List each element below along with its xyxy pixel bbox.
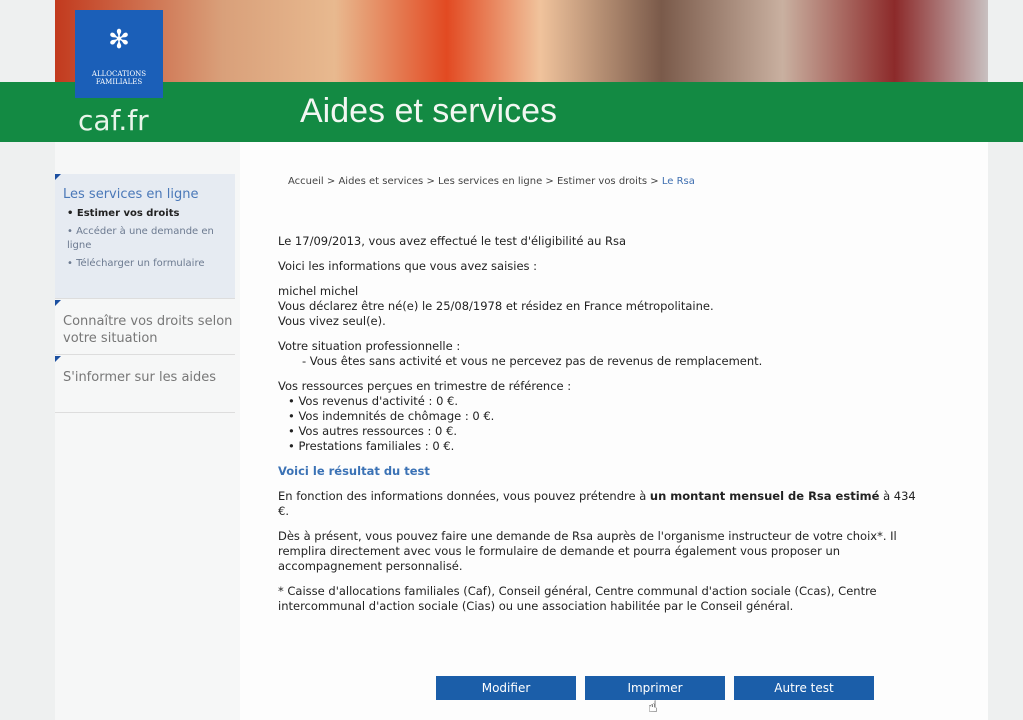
professional-situation: Votre situation professionnelle :- Vous … — [278, 339, 763, 368]
header-banner-photo — [55, 0, 988, 82]
result-text: En fonction des informations données, vo… — [278, 489, 916, 518]
corner-marker-icon — [55, 356, 61, 362]
family-icon: ✻ — [108, 25, 130, 55]
demand-text: Dès à présent, vous pouvez faire une dem… — [278, 529, 897, 573]
breadcrumb-accueil[interactable]: Accueil — [288, 176, 324, 187]
logo-text: ALLOCATIONS FAMILIALES — [91, 70, 147, 86]
breadcrumb-sep: > — [323, 176, 339, 187]
sidebar-item-connaitre-droits[interactable]: Connaître vos droits selon votre situati… — [63, 313, 235, 347]
corner-marker-icon — [55, 174, 61, 180]
breadcrumb-sep: > — [542, 176, 557, 187]
caf-logo[interactable]: ✻ ALLOCATIONS FAMILIALES — [75, 10, 163, 98]
sidebar: Les services en ligne • Estimer vos droi… — [55, 142, 240, 720]
info-title: Voici les informations que vous avez sai… — [278, 259, 538, 273]
footnote: * Caisse d'allocations familiales (Caf),… — [278, 584, 877, 613]
breadcrumb-aides[interactable]: Aides et services — [338, 176, 423, 187]
hand-cursor-icon: ☝ — [648, 697, 658, 716]
page-title: Aides et services — [300, 92, 557, 130]
sidebar-section-services: Les services en ligne • Estimer vos droi… — [55, 174, 235, 299]
resources: Vos ressources perçues en trimestre de r… — [278, 379, 572, 453]
sidebar-section-aides: S'informer sur les aides — [55, 356, 235, 413]
sidebar-subitem-telecharger[interactable]: • Télécharger un formulaire — [63, 257, 235, 271]
sidebar-item-informer-aides[interactable]: S'informer sur les aides — [63, 369, 235, 386]
breadcrumb: Accueil > Aides et services > Les servic… — [288, 176, 695, 187]
modify-button[interactable]: Modifier — [436, 676, 576, 700]
site-name[interactable]: caf.fr — [78, 104, 149, 137]
breadcrumb-sep: > — [647, 176, 662, 187]
retry-button[interactable]: Autre test — [734, 676, 874, 700]
breadcrumb-current: Le Rsa — [661, 176, 695, 187]
intro-text: Le 17/09/2013, vous avez effectué le tes… — [278, 234, 627, 248]
main-content: Accueil > Aides et services > Les servic… — [240, 142, 988, 720]
result-title: Voici le résultat du test — [278, 464, 430, 478]
sidebar-subitem-estimer[interactable]: • Estimer vos droits — [63, 207, 235, 221]
result-body: Le 17/09/2013, vous avez effectué le tes… — [278, 234, 928, 624]
corner-marker-icon — [55, 300, 61, 306]
breadcrumb-estimer[interactable]: Estimer vos droits — [557, 176, 647, 187]
sidebar-section-droits: Connaître vos droits selon votre situati… — [55, 300, 235, 355]
breadcrumb-sep: > — [423, 176, 439, 187]
breadcrumb-services[interactable]: Les services en ligne — [438, 176, 542, 187]
personal-info: michel michel Vous déclarez être né(e) le… — [278, 284, 714, 328]
sidebar-subitem-acceder[interactable]: • Accéder à une demande en ligne — [63, 225, 235, 253]
sidebar-item-services-en-ligne[interactable]: Les services en ligne — [63, 186, 235, 203]
